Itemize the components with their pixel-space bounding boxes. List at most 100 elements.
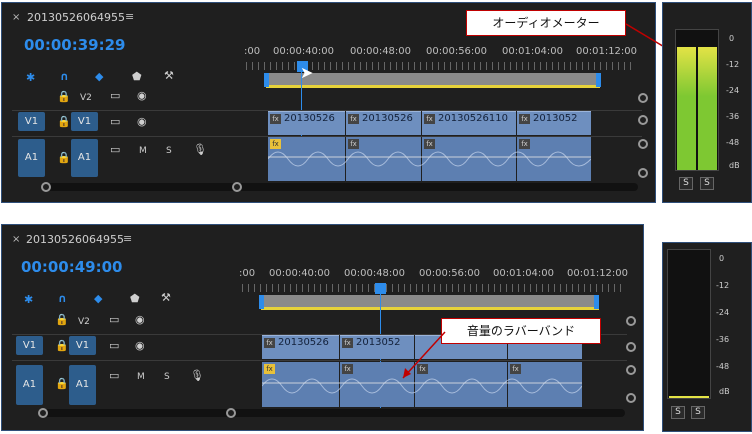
video-clip[interactable]: fx 2013052	[517, 111, 591, 135]
work-area-start-handle[interactable]	[259, 295, 264, 309]
audio-waveform	[268, 151, 591, 167]
work-area-bar[interactable]	[261, 295, 599, 310]
microphone-icon[interactable]: 🎙	[190, 369, 204, 382]
track-a1-button[interactable]: A1	[71, 139, 98, 177]
track-height-knob[interactable]	[638, 115, 648, 125]
meter-scale-label: dB	[719, 387, 730, 396]
mouse-cursor-icon: ➤	[300, 63, 314, 82]
track-height-knob[interactable]	[638, 168, 648, 178]
snap-icon[interactable]: ✱	[24, 293, 33, 306]
meter-scale-label: -24	[726, 86, 740, 95]
sync-lock-icon[interactable]: ▭	[110, 89, 120, 102]
wrench-icon[interactable]: ⚒	[161, 291, 171, 304]
sequence-tab[interactable]: 20130526064955	[26, 233, 124, 246]
meter-solo-right[interactable]: S	[700, 177, 714, 190]
scroll-start-handle[interactable]	[41, 182, 51, 192]
meter-scale-label: -24	[716, 308, 730, 317]
meter-scale-label: -36	[716, 335, 730, 344]
work-area-start-handle[interactable]	[264, 73, 269, 87]
marker-icon[interactable]: ⬟	[130, 292, 140, 305]
playhead-timecode[interactable]: 00:00:39:29	[24, 36, 126, 54]
meter-scale-label: 0	[729, 34, 735, 43]
audio-meter-bottom: 0 -12 -24 -36 -48 dB S S	[662, 242, 752, 432]
ruler-label: 00:00:48:00	[350, 46, 412, 57]
track-height-knob[interactable]	[638, 139, 648, 149]
sequence-tab[interactable]: 20130526064955	[27, 11, 125, 24]
ruler-label: 00:00:48:00	[344, 268, 406, 279]
scroll-end-handle[interactable]	[226, 408, 236, 418]
add-marker-icon[interactable]: ◆	[94, 292, 102, 305]
meter-bar-right	[698, 47, 717, 170]
panel-menu-icon[interactable]: ≡	[123, 232, 132, 245]
lock-icon[interactable]: 🔒	[57, 115, 71, 128]
meter-bar-floor	[669, 396, 709, 398]
close-tab-icon[interactable]: ×	[12, 12, 20, 23]
track-height-knob[interactable]	[626, 316, 636, 326]
meter-scale-label: -12	[726, 60, 740, 69]
track-v1-button[interactable]: V1	[71, 112, 98, 131]
lock-icon[interactable]: 🔒	[55, 339, 69, 352]
eye-icon[interactable]: ◉	[137, 115, 147, 128]
microphone-icon[interactable]: 🎙	[193, 143, 207, 156]
eye-icon[interactable]: ◉	[135, 313, 145, 326]
panel-menu-icon[interactable]: ≡	[125, 10, 134, 23]
scroll-start-handle[interactable]	[38, 408, 48, 418]
solo-button[interactable]: S	[164, 372, 170, 382]
video-clip[interactable]: fx 20130526	[268, 111, 345, 135]
lock-icon[interactable]: 🔒	[55, 313, 69, 326]
time-ruler[interactable]: :00 00:00:40:00 00:00:48:00 00:00:56:00 …	[239, 268, 629, 280]
lock-icon[interactable]: 🔒	[57, 151, 71, 164]
track-v1-button[interactable]: V1	[69, 336, 96, 355]
video-clip[interactable]: fx 20130526	[346, 111, 421, 135]
sync-lock-icon[interactable]: ▭	[109, 339, 119, 352]
track-a1-button[interactable]: A1	[69, 365, 96, 405]
work-area-end-handle[interactable]	[596, 73, 601, 87]
eye-icon[interactable]: ◉	[137, 89, 147, 102]
sync-lock-icon[interactable]: ▭	[110, 143, 120, 156]
time-ruler[interactable]: :00 00:00:40:00 00:00:48:00 00:00:56:00 …	[244, 46, 639, 58]
work-area-bar[interactable]	[266, 73, 600, 88]
add-marker-icon[interactable]: ◆	[95, 70, 103, 83]
meter-solo-left[interactable]: S	[671, 406, 685, 419]
playhead-timecode[interactable]: 00:00:49:00	[21, 258, 123, 276]
meter-scale-label: -48	[716, 362, 730, 371]
ruler-label: 00:00:56:00	[419, 268, 481, 279]
mute-button[interactable]: M	[137, 372, 145, 382]
close-tab-icon[interactable]: ×	[12, 234, 20, 245]
source-a1-button[interactable]: A1	[16, 365, 43, 405]
eye-icon[interactable]: ◉	[135, 339, 145, 352]
linked-selection-icon[interactable]: ∩	[60, 70, 69, 83]
meter-bar-left	[677, 47, 696, 170]
marker-icon[interactable]: ⬟	[132, 70, 142, 83]
source-a1-button[interactable]: A1	[18, 139, 45, 177]
horizontal-scrollbar[interactable]	[40, 409, 625, 417]
meter-solo-left[interactable]: S	[679, 177, 693, 190]
sync-lock-icon[interactable]: ▭	[109, 313, 119, 326]
ruler-label: 00:01:12:00	[567, 268, 629, 279]
lock-icon[interactable]: 🔒	[55, 377, 69, 390]
video-clip[interactable]: fx 20130526	[262, 335, 339, 359]
work-area-end-handle[interactable]	[594, 295, 599, 309]
solo-button[interactable]: S	[166, 146, 172, 156]
sync-lock-icon[interactable]: ▭	[109, 369, 119, 382]
horizontal-scrollbar[interactable]	[42, 183, 638, 191]
track-height-knob[interactable]	[638, 93, 648, 103]
snap-icon[interactable]: ✱	[26, 71, 35, 84]
ruler-label: 00:00:40:00	[273, 46, 335, 57]
track-height-knob[interactable]	[626, 393, 636, 403]
sync-lock-icon[interactable]: ▭	[110, 115, 120, 128]
scroll-end-handle[interactable]	[232, 182, 242, 192]
source-v1-button[interactable]: V1	[18, 112, 45, 131]
track-height-knob[interactable]	[626, 365, 636, 375]
source-v1-button[interactable]: V1	[16, 336, 43, 355]
meter-solo-right[interactable]: S	[691, 406, 705, 419]
wrench-icon[interactable]: ⚒	[164, 69, 174, 82]
mute-button[interactable]: M	[139, 146, 147, 156]
meter-scale-label: -12	[716, 281, 730, 290]
lock-icon[interactable]: 🔒	[57, 90, 71, 103]
ruler-label: 00:01:04:00	[502, 46, 564, 57]
linked-selection-icon[interactable]: ∩	[58, 292, 67, 305]
track-height-knob[interactable]	[626, 342, 636, 352]
video-clip[interactable]: fx 20130526110	[422, 111, 516, 135]
meter-scale-label: -48	[726, 138, 740, 147]
